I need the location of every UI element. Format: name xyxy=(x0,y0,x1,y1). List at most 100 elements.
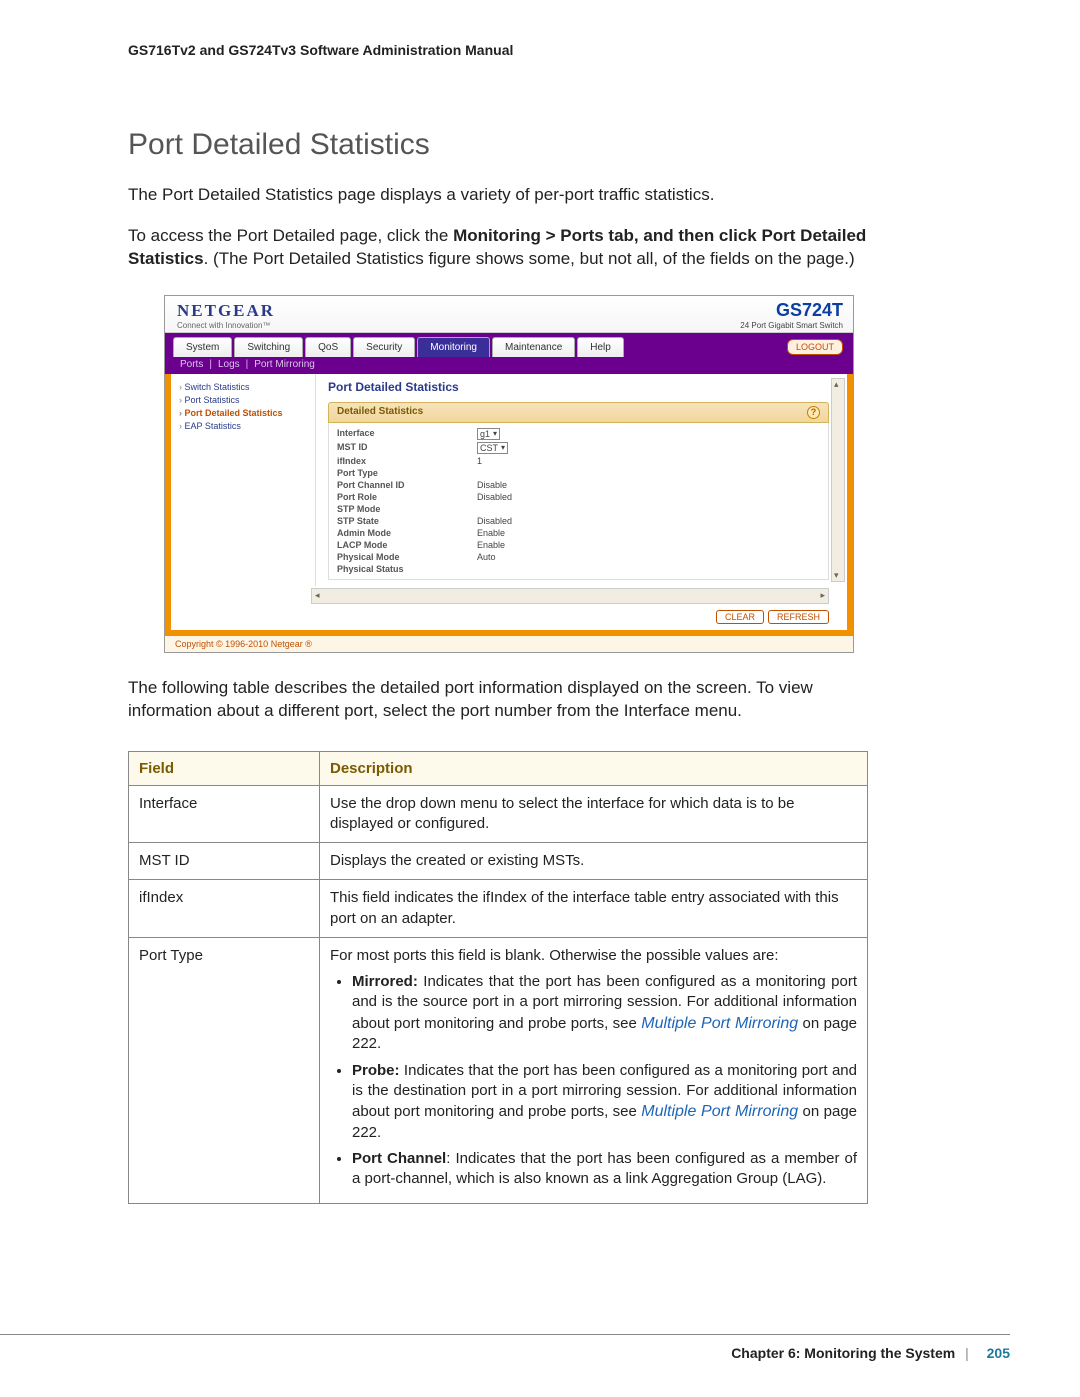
sub-panel-header: Detailed Statistics ? xyxy=(328,402,829,423)
stat-label: STP State xyxy=(337,516,477,526)
list-item: Mirrored: Indicates that the port has be… xyxy=(352,972,857,1054)
list-item: Probe: Indicates that the port has been … xyxy=(352,1061,857,1143)
stat-row: MST IDCST xyxy=(337,441,820,455)
app-header: NETGEAR Connect with Innovation™ GS724T … xyxy=(165,296,853,333)
access-post: . (The Port Detailed Statistics figure s… xyxy=(204,249,855,268)
stat-row: Interfaceg1 xyxy=(337,427,820,441)
tab-security[interactable]: Security xyxy=(353,337,415,357)
col-desc-header: Description xyxy=(320,751,868,785)
brand-logo: NETGEAR xyxy=(177,301,275,321)
stat-label: Physical Status xyxy=(337,564,477,574)
cell-field: Interface xyxy=(129,785,320,843)
table-row: ifIndexThis field indicates the ifIndex … xyxy=(129,880,868,938)
stat-row: Physical Status xyxy=(337,563,820,575)
tab-help[interactable]: Help xyxy=(577,337,624,357)
logout-button[interactable]: LOGOUT xyxy=(787,339,843,355)
access-paragraph: To access the Port Detailed page, click … xyxy=(128,225,868,271)
stat-value: Auto xyxy=(477,552,496,562)
intro-paragraph: The Port Detailed Statistics page displa… xyxy=(128,184,868,207)
cell-desc: Use the drop down menu to select the int… xyxy=(320,785,868,843)
sub-panel-title: Detailed Statistics xyxy=(337,406,423,419)
subnav-logs[interactable]: Logs xyxy=(218,359,240,370)
tab-system[interactable]: System xyxy=(173,337,232,357)
stat-label: Admin Mode xyxy=(337,528,477,538)
refresh-button[interactable]: REFRESH xyxy=(768,610,829,624)
stats-panel: Interfaceg1MST IDCSTifIndex1Port TypePor… xyxy=(328,423,829,580)
stat-row: Port RoleDisabled xyxy=(337,491,820,503)
doc-header: GS716Tv2 and GS724Tv3 Software Administr… xyxy=(128,42,1010,58)
copyright-line: Copyright © 1996-2010 Netgear ® xyxy=(165,636,853,652)
col-field-header: Field xyxy=(129,751,320,785)
sidenav-port-detailed-statistics[interactable]: Port Detailed Statistics xyxy=(179,408,311,418)
sidenav-port-statistics[interactable]: Port Statistics xyxy=(179,395,311,405)
horizontal-scrollbar[interactable]: ◂▸ xyxy=(311,588,829,604)
model-id: GS724T xyxy=(740,300,843,321)
stat-label: Interface xyxy=(337,428,477,440)
vertical-scrollbar[interactable] xyxy=(831,378,845,582)
cell-desc: This field indicates the ifIndex of the … xyxy=(320,880,868,938)
field-description-table: Field Description InterfaceUse the drop … xyxy=(128,751,868,1205)
brand-tagline: Connect with Innovation™ xyxy=(177,321,275,330)
stat-label: STP Mode xyxy=(337,504,477,514)
stat-value: Enable xyxy=(477,528,505,538)
stat-label: Port Type xyxy=(337,468,477,478)
side-nav: Switch Statistics Port Statistics Port Det… xyxy=(171,374,316,586)
panel-title: Port Detailed Statistics xyxy=(328,380,829,394)
page-footer: Chapter 6: Monitoring the System | 205 xyxy=(0,1334,1010,1361)
main-panel: Port Detailed Statistics Detailed Statis… xyxy=(316,374,847,586)
stat-select-mst-id[interactable]: CST xyxy=(477,442,508,454)
table-row: Port TypeFor most ports this field is bl… xyxy=(129,937,868,1203)
footer-chapter: Chapter 6: Monitoring the System xyxy=(731,1345,955,1361)
stat-value: Disabled xyxy=(477,492,512,502)
cell-field: MST ID xyxy=(129,843,320,880)
stat-row: STP Mode xyxy=(337,503,820,515)
stat-label: Physical Mode xyxy=(337,552,477,562)
stat-label: ifIndex xyxy=(337,456,477,466)
xref-link[interactable]: Multiple Port Mirroring xyxy=(641,1103,798,1120)
subnav-ports[interactable]: Ports xyxy=(180,359,203,370)
tab-switching[interactable]: Switching xyxy=(234,337,303,357)
clear-button[interactable]: CLEAR xyxy=(716,610,764,624)
access-pre: To access the Port Detailed page, click … xyxy=(128,226,453,245)
cell-field: Port Type xyxy=(129,937,320,1203)
sub-nav: Ports|Logs|Port Mirroring xyxy=(165,357,853,374)
footer-separator: | xyxy=(965,1345,969,1361)
cell-field: ifIndex xyxy=(129,880,320,938)
post-paragraph: The following table describes the detail… xyxy=(128,677,868,723)
stat-label: Port Role xyxy=(337,492,477,502)
footer-page-number: 205 xyxy=(987,1345,1010,1361)
xref-link[interactable]: Multiple Port Mirroring xyxy=(641,1015,798,1032)
stat-row: Admin ModeEnable xyxy=(337,527,820,539)
ui-screenshot: NETGEAR Connect with Innovation™ GS724T … xyxy=(164,295,854,653)
stat-row: Port Type xyxy=(337,467,820,479)
stat-row: STP StateDisabled xyxy=(337,515,820,527)
stat-select-interface[interactable]: g1 xyxy=(477,428,500,440)
stat-label: Port Channel ID xyxy=(337,480,477,490)
cell-desc: Displays the created or existing MSTs. xyxy=(320,843,868,880)
stat-row: LACP ModeEnable xyxy=(337,539,820,551)
stat-row: Port Channel IDDisable xyxy=(337,479,820,491)
stat-value: Disabled xyxy=(477,516,512,526)
tab-maintenance[interactable]: Maintenance xyxy=(492,337,575,357)
table-row: MST IDDisplays the created or existing M… xyxy=(129,843,868,880)
main-nav: SystemSwitchingQoSSecurityMonitoringMain… xyxy=(165,333,853,357)
sidenav-eap-statistics[interactable]: EAP Statistics xyxy=(179,421,311,431)
tab-monitoring[interactable]: Monitoring xyxy=(417,337,490,357)
table-row: InterfaceUse the drop down menu to selec… xyxy=(129,785,868,843)
stat-label: LACP Mode xyxy=(337,540,477,550)
model-subtitle: 24 Port Gigabit Smart Switch xyxy=(740,321,843,330)
stat-value: Disable xyxy=(477,480,507,490)
action-buttons: CLEAR REFRESH xyxy=(171,606,847,630)
help-icon[interactable]: ? xyxy=(807,406,820,419)
stat-row: ifIndex1 xyxy=(337,455,820,467)
stat-label: MST ID xyxy=(337,442,477,454)
stat-row: Physical ModeAuto xyxy=(337,551,820,563)
tab-qos[interactable]: QoS xyxy=(305,337,351,357)
section-title: Port Detailed Statistics xyxy=(128,128,1010,162)
stat-value: 1 xyxy=(477,456,482,466)
subnav-port-mirroring[interactable]: Port Mirroring xyxy=(254,359,315,370)
sidenav-switch-statistics[interactable]: Switch Statistics xyxy=(179,382,311,392)
stat-value: Enable xyxy=(477,540,505,550)
cell-desc: For most ports this field is blank. Othe… xyxy=(320,937,868,1203)
list-item: Port Channel: Indicates that the port ha… xyxy=(352,1149,857,1190)
